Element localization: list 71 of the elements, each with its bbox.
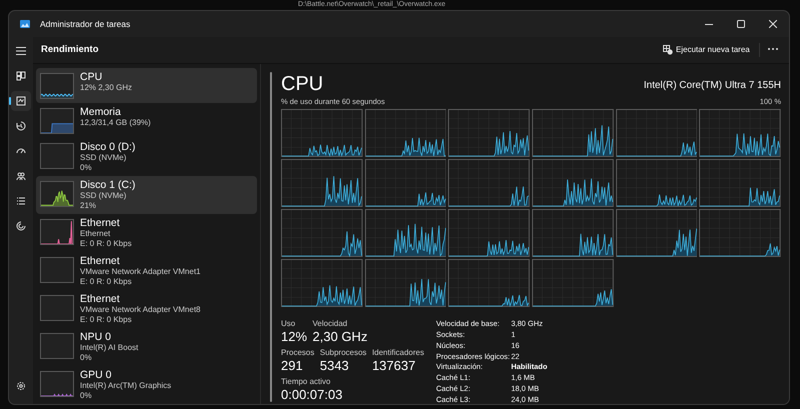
list-icon [16, 196, 26, 206]
device-detail: 0% [80, 391, 93, 401]
device-item[interactable]: GPU 0 Intel(R) Arc(TM) Graphics 0% [36, 366, 257, 404]
stat-label: Tiempo activo [281, 376, 332, 387]
menu-icon [16, 47, 26, 55]
nav-button[interactable] [11, 91, 31, 111]
users-icon [16, 171, 26, 181]
mini-usage-graph [40, 257, 74, 283]
device-detail: 0% [80, 163, 93, 173]
scrollbar[interactable] [270, 72, 272, 402]
settings-icon [16, 381, 26, 391]
device-name: Disco 1 (C:) [80, 179, 136, 191]
device-detail: E: 0 R: 0 Kbps [80, 315, 133, 325]
stat-label: Velocidad [312, 319, 348, 330]
device-detail: E: 0 R: 0 Kbps [80, 277, 133, 287]
device-name: NPU 0 [80, 331, 112, 343]
mini-usage-graph [40, 295, 74, 321]
device-name: Ethernet [80, 293, 121, 305]
device-detail: 12% 2,30 GHz [80, 83, 132, 93]
processor-model: Intel(R) Core(TM) Ultra 7 155H [644, 79, 781, 93]
device-detail: VMware Network Adapter VMnet8 [80, 305, 200, 315]
run-new-task-button[interactable]: Ejecutar nueva tarea [660, 41, 752, 59]
stat-label: Subprocesos [320, 348, 367, 358]
device-detail: Intel(R) AI Boost [80, 343, 138, 353]
stat-label: Uso [281, 319, 296, 330]
close-icon [769, 20, 777, 28]
stat-value: 137637 [372, 358, 416, 374]
stat-label: Identificadores [372, 348, 424, 358]
maximize-icon [737, 20, 745, 28]
services-icon [16, 221, 26, 231]
panel-title: CPU [281, 72, 324, 96]
device-item[interactable]: Memoria 12,3/31,4 GB (39%) [36, 103, 257, 138]
window-title: Administrador de tareas [40, 18, 130, 30]
run-task-icon [663, 45, 674, 55]
stat-value: 5343 [320, 358, 350, 374]
device-detail: SSD (NVMe) [80, 191, 128, 201]
device-item[interactable]: Disco 0 (D:) SSD (NVMe) 0% [36, 138, 257, 176]
stat-value: 291 [281, 358, 304, 374]
device-item[interactable]: Disco 1 (C:) SSD (NVMe) 21% [36, 176, 257, 214]
performance-icon [16, 96, 26, 106]
mini-usage-graph [40, 333, 74, 359]
page-title: Rendimiento [41, 42, 99, 57]
stat-value: 2,30 GHz [312, 329, 368, 346]
more-icon [768, 48, 778, 50]
device-name: Ethernet [80, 255, 121, 267]
device-detail: Ethernet [80, 229, 112, 239]
device-name: GPU 0 [80, 369, 113, 381]
device-detail: 0% [80, 353, 93, 363]
speedometer-icon [16, 146, 26, 156]
device-item[interactable]: CPU 12% 2,30 GHz [36, 68, 257, 103]
device-item[interactable]: Ethernet Ethernet E: 0 R: 0 Kbps [36, 214, 257, 252]
device-name: Disco 0 (D:) [80, 141, 136, 153]
device-detail: E: 0 R: 0 Kbps [80, 239, 132, 249]
device-item[interactable]: Ethernet VMware Network Adapter VMnet8 E: 0 R: 0 Kbps [36, 290, 257, 328]
device-item[interactable]: NPU 0 Intel(R) AI Boost 0% [36, 328, 257, 366]
processes-icon [16, 71, 26, 81]
stat-value: 0:00:07:03 [281, 386, 342, 403]
device-detail: VMware Network Adapter VMnet1 [80, 267, 200, 277]
device-item[interactable]: Ethernet VMware Network Adapter VMnet1 E: 0 R: 0 Kbps [36, 252, 257, 290]
device-detail: Intel(R) Arc(TM) Graphics [80, 381, 172, 391]
mini-usage-graph [40, 143, 74, 169]
device-name: Memoria [80, 106, 122, 118]
device-detail: 12,3/31,4 GB (39%) [80, 118, 151, 128]
device-detail: 21% [80, 201, 98, 211]
stat-label: Procesos [281, 348, 314, 358]
device-detail: SSD (NVMe) [80, 153, 128, 163]
stat-value: 12% [281, 329, 308, 346]
device-name: CPU [80, 71, 104, 83]
device-name: Ethernet [80, 217, 121, 229]
history-icon [16, 121, 26, 131]
app-icon [20, 20, 30, 28]
